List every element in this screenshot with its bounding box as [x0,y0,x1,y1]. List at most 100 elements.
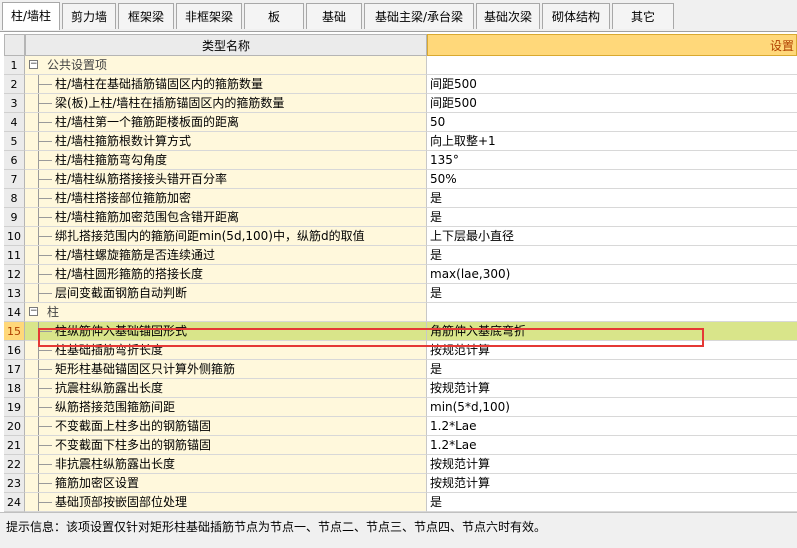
row-number: 17 [4,360,25,379]
setting-value-cell[interactable]: min(5*d,100) [427,398,797,417]
setting-name-cell[interactable]: 矩形柱基础锚固区只计算外侧箍筋 [25,360,427,379]
setting-value-cell[interactable]: 间距500 [427,94,797,113]
row-number: 23 [4,474,25,493]
table-row[interactable]: 19 纵筋搭接范围箍筋间距 min(5*d,100) [4,398,797,417]
setting-value-cell[interactable]: 是 [427,246,797,265]
setting-value-cell[interactable]: max(lae,300) [427,265,797,284]
table-row[interactable]: 3 梁(板)上柱/墙柱在插筋锚固区内的箍筋数量 间距500 [4,94,797,113]
setting-value-cell[interactable]: 上下层最小直径 [427,227,797,246]
row-number: 9 [4,208,25,227]
table-row[interactable]: 18 抗震柱纵筋露出长度 按规范计算 [4,379,797,398]
table-row[interactable]: 13 层间变截面钢筋自动判断 是 [4,284,797,303]
setting-value-cell[interactable]: 135° [427,151,797,170]
table-row[interactable]: 8 柱/墙柱搭接部位箍筋加密 是 [4,189,797,208]
setting-name-label: 柱/墙柱箍筋弯勾角度 [55,153,168,167]
setting-name-cell[interactable]: 柱/墙柱箍筋弯勾角度 [25,151,427,170]
setting-value-cell[interactable]: 按规范计算 [427,455,797,474]
tab-4[interactable]: 板 [244,3,304,29]
setting-name-cell[interactable]: 梁(板)上柱/墙柱在插筋锚固区内的箍筋数量 [25,94,427,113]
tree-branch-icon [38,217,52,218]
tab-3[interactable]: 非框架梁 [176,3,242,29]
collapse-icon[interactable]: − [29,307,38,316]
group-row[interactable]: 1− 公共设置项 [4,56,797,75]
setting-value-cell[interactable]: 按规范计算 [427,379,797,398]
setting-value-cell[interactable]: 是 [427,284,797,303]
setting-value-cell[interactable]: 是 [427,189,797,208]
column-header-value[interactable]: 设置 [427,34,797,56]
table-row[interactable]: 22 非抗震柱纵筋露出长度 按规范计算 [4,455,797,474]
setting-name-cell[interactable]: 基础顶部按嵌固部位处理 [25,493,427,512]
row-number: 2 [4,75,25,94]
setting-value-cell[interactable]: 按规范计算 [427,474,797,493]
setting-name-cell[interactable]: 层间变截面钢筋自动判断 [25,284,427,303]
table-row[interactable]: 4 柱/墙柱第一个箍筋距楼板面的距离 50 [4,113,797,132]
tab-5[interactable]: 基础 [306,3,362,29]
row-number: 24 [4,493,25,512]
group-row[interactable]: 14− 柱 [4,303,797,322]
setting-name-label: 柱/墙柱箍筋加密范围包含错开距离 [55,210,240,224]
setting-name-label: 箍筋加密区设置 [55,476,140,490]
row-number: 6 [4,151,25,170]
setting-name-cell[interactable]: 柱/墙柱在基础插筋锚固区内的箍筋数量 [25,75,427,94]
column-header-name[interactable]: 类型名称 [25,34,427,56]
table-row[interactable]: 23 箍筋加密区设置 按规范计算 [4,474,797,493]
setting-name-cell[interactable]: 柱/墙柱搭接部位箍筋加密 [25,189,427,208]
table-row[interactable]: 2 柱/墙柱在基础插筋锚固区内的箍筋数量 间距500 [4,75,797,94]
table-row[interactable]: 24 基础顶部按嵌固部位处理 是 [4,493,797,512]
setting-value-cell[interactable] [427,303,797,322]
table-row[interactable]: 12 柱/墙柱圆形箍筋的搭接长度 max(lae,300) [4,265,797,284]
setting-name-cell[interactable]: 柱/墙柱第一个箍筋距楼板面的距离 [25,113,427,132]
table-row[interactable]: 10 绑扎搭接范围内的箍筋间距min(5d,100)中，纵筋d的取值 上下层最小直径 [4,227,797,246]
setting-name-cell[interactable]: 柱/墙柱箍筋加密范围包含错开距离 [25,208,427,227]
setting-name-cell[interactable]: 纵筋搭接范围箍筋间距 [25,398,427,417]
setting-value-cell[interactable]: 是 [427,493,797,512]
setting-name-cell[interactable]: 绑扎搭接范围内的箍筋间距min(5d,100)中，纵筋d的取值 [25,227,427,246]
tab-1[interactable]: 剪力墙 [62,3,116,29]
table-row[interactable]: 21 不变截面下柱多出的钢筋锚固 1.2*Lae [4,436,797,455]
table-row[interactable]: 11 柱/墙柱螺旋箍筋是否连续通过 是 [4,246,797,265]
setting-name-label: 柱/墙柱圆形箍筋的搭接长度 [55,267,204,281]
row-number: 7 [4,170,25,189]
table-row[interactable]: 20 不变截面上柱多出的钢筋锚固 1.2*Lae [4,417,797,436]
setting-name-cell[interactable]: 箍筋加密区设置 [25,474,427,493]
setting-value-cell[interactable]: 间距500 [427,75,797,94]
table-row[interactable]: 7 柱/墙柱纵筋搭接接头错开百分率 50% [4,170,797,189]
tree-branch-icon [38,407,52,408]
setting-name-cell[interactable]: − 公共设置项 [25,56,427,75]
setting-name-cell[interactable]: 非抗震柱纵筋露出长度 [25,455,427,474]
tab-9[interactable]: 其它 [612,3,674,29]
tab-2[interactable]: 框架梁 [118,3,174,29]
setting-value-cell[interactable]: 1.2*Lae [427,436,797,455]
setting-value-cell[interactable]: 1.2*Lae [427,417,797,436]
setting-name-cell[interactable]: 不变截面下柱多出的钢筋锚固 [25,436,427,455]
setting-name-cell[interactable]: 柱/墙柱纵筋搭接接头错开百分率 [25,170,427,189]
setting-value-cell[interactable]: 是 [427,208,797,227]
row-number: 19 [4,398,25,417]
setting-name-cell[interactable]: 柱/墙柱螺旋箍筋是否连续通过 [25,246,427,265]
setting-value-cell[interactable]: 向上取整+1 [427,132,797,151]
setting-name-cell[interactable]: 抗震柱纵筋露出长度 [25,379,427,398]
setting-name-cell[interactable]: 不变截面上柱多出的钢筋锚固 [25,417,427,436]
row-number: 11 [4,246,25,265]
table-row[interactable]: 6 柱/墙柱箍筋弯勾角度 135° [4,151,797,170]
setting-value-cell[interactable] [427,56,797,75]
setting-value-cell[interactable]: 50% [427,170,797,189]
setting-name-cell[interactable]: 柱/墙柱箍筋根数计算方式 [25,132,427,151]
tree-branch-icon [38,160,52,161]
setting-name-cell[interactable]: − 柱 [25,303,427,322]
collapse-icon[interactable]: − [29,60,38,69]
row-number: 13 [4,284,25,303]
tab-6[interactable]: 基础主梁/承台梁 [364,3,474,29]
setting-name-cell[interactable]: 柱/墙柱圆形箍筋的搭接长度 [25,265,427,284]
table-row[interactable]: 17 矩形柱基础锚固区只计算外侧箍筋 是 [4,360,797,379]
setting-value-cell[interactable]: 是 [427,360,797,379]
row-number: 15 [4,322,25,341]
table-row[interactable]: 5 柱/墙柱箍筋根数计算方式 向上取整+1 [4,132,797,151]
setting-name-label: 非抗震柱纵筋露出长度 [55,457,176,471]
tab-8[interactable]: 砌体结构 [542,3,610,29]
tab-7[interactable]: 基础次梁 [476,3,540,29]
tree-branch-icon [38,122,52,123]
setting-value-cell[interactable]: 50 [427,113,797,132]
tab-0[interactable]: 柱/墙柱 [2,2,60,30]
table-row[interactable]: 9 柱/墙柱箍筋加密范围包含错开距离 是 [4,208,797,227]
